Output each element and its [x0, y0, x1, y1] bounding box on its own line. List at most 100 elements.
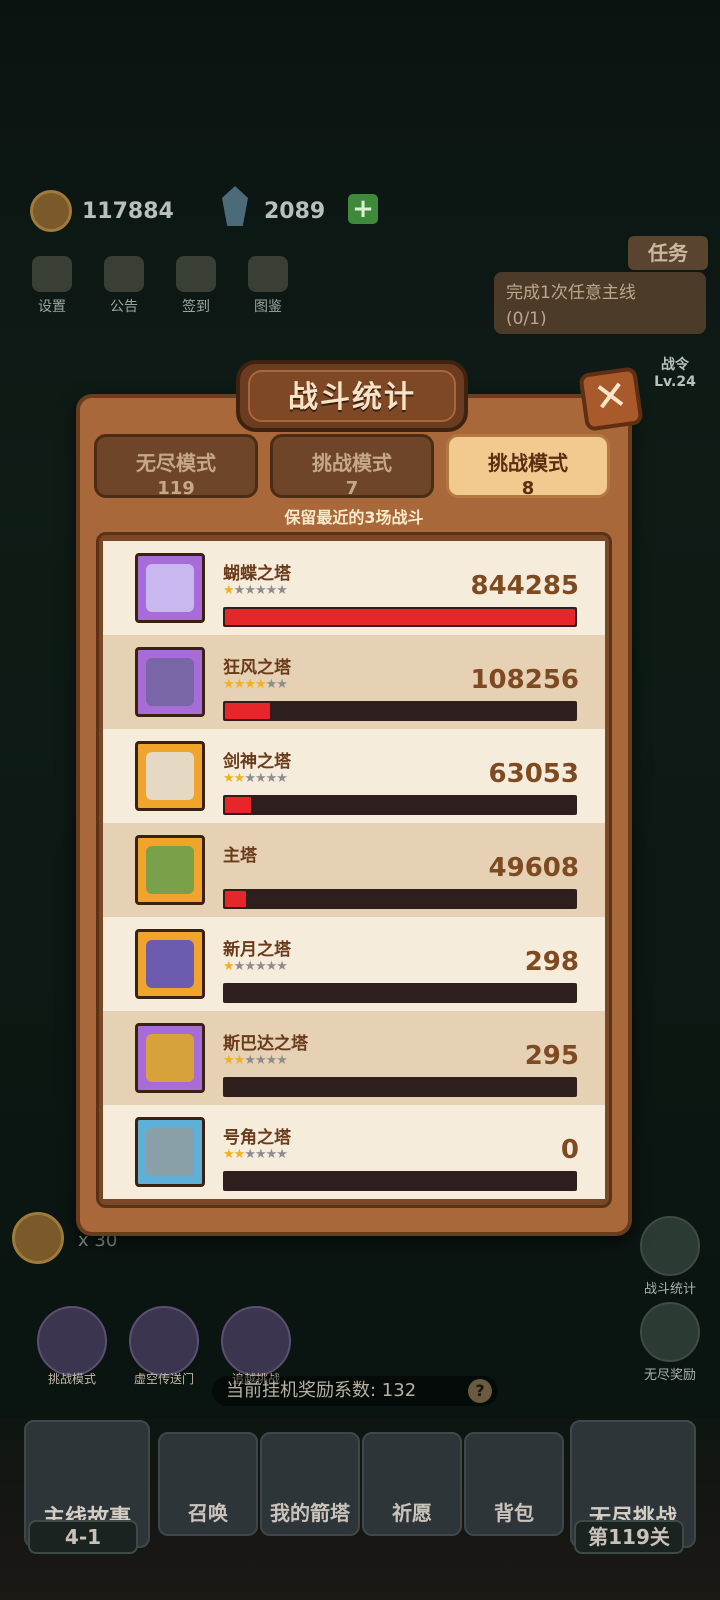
tower-row: 蝴蝶之塔 ★★★★★★ 844285 — [103, 541, 605, 635]
add-gems-button[interactable]: + — [348, 194, 378, 224]
tab-challenge-mode-2[interactable]: 挑战模式 8 — [446, 434, 610, 499]
star-filled-icon: ★ — [223, 959, 235, 974]
tower-row: 斯巴达之塔 ★★★★★★ 295 — [103, 1011, 605, 1105]
star-filled-icon: ★ — [223, 771, 235, 786]
close-button[interactable]: ✕ — [578, 366, 644, 432]
damage-bar — [223, 607, 577, 627]
tower-avatar — [135, 1117, 205, 1187]
announcement-button[interactable]: 公告 — [98, 256, 150, 316]
tower-avatar — [135, 741, 205, 811]
tower-row: 号角之塔 ★★★★★★ 0 — [103, 1105, 605, 1199]
damage-value: 0 — [560, 1135, 579, 1165]
star-rating: ★★★★★★ — [223, 1147, 288, 1162]
damage-bar-fill — [225, 609, 575, 625]
star-filled-icon: ★ — [223, 1147, 235, 1162]
stage-label: 4-1 — [28, 1520, 138, 1554]
help-icon[interactable]: ? — [468, 1379, 492, 1403]
nav-backpack[interactable]: 背包 — [464, 1432, 564, 1536]
tower-name: 新月之塔 — [223, 940, 291, 960]
damage-bar — [223, 701, 577, 721]
quill-icon — [176, 256, 216, 292]
tower-name: 斯巴达之塔 — [223, 1034, 308, 1054]
endless-reward-button[interactable]: 无尽奖励 — [630, 1302, 710, 1383]
tab-challenge-mode-1[interactable]: 挑战模式 7 — [270, 434, 434, 499]
damage-bar — [223, 889, 577, 909]
dialog-title: 战斗统计 — [248, 370, 456, 422]
damage-bar-fill — [225, 797, 252, 813]
star-empty-icon: ★ — [276, 771, 288, 786]
battle-stats-button[interactable]: 战斗统计 — [630, 1216, 710, 1297]
portal-icon — [129, 1306, 199, 1376]
tower-avatar — [135, 1023, 205, 1093]
idle-reward-coefficient: 当前挂机奖励系数: 132 ? — [212, 1376, 498, 1406]
tower-row: 剑神之塔 ★★★★★★ 63053 — [103, 729, 605, 823]
nav-wish[interactable]: 祈愿 — [362, 1432, 462, 1536]
star-filled-icon: ★ — [233, 1147, 246, 1162]
task-text: 完成1次任意主线 — [506, 283, 636, 303]
damage-bar-fill — [225, 891, 246, 907]
tower-avatar — [135, 553, 205, 623]
star-empty-icon: ★ — [276, 959, 288, 974]
damage-bar — [223, 795, 577, 815]
star-filled-icon: ★ — [244, 677, 256, 692]
task-panel[interactable]: 完成1次任意主线 (0/1) — [494, 272, 706, 334]
damage-value: 108256 — [470, 665, 579, 695]
tab-endless-mode[interactable]: 无尽模式 119 — [94, 434, 258, 499]
star-empty-icon: ★ — [233, 583, 246, 598]
star-rating: ★★★★★★ — [223, 677, 288, 692]
endless-level-label: 第119关 — [574, 1520, 684, 1554]
chest-icon — [640, 1302, 700, 1362]
retention-hint: 保留最近的3场战斗 — [284, 508, 424, 527]
challenge-mode-button[interactable]: 挑战模式 — [36, 1306, 108, 1387]
star-filled-icon: ★ — [233, 771, 246, 786]
star-empty-icon: ★ — [244, 583, 256, 598]
coin-count: 117884 — [82, 199, 174, 224]
star-rating: ★★★★★★ — [223, 771, 288, 786]
damage-bar — [223, 1171, 577, 1191]
star-icon — [221, 1306, 291, 1376]
nav-summon[interactable]: 召唤 — [158, 1432, 258, 1536]
hero-portrait — [146, 658, 194, 706]
star-empty-icon: ★ — [276, 583, 288, 598]
settings-button[interactable]: 设置 — [26, 256, 78, 316]
tower-row: 狂风之塔 ★★★★★★ 108256 — [103, 635, 605, 729]
battle-pass-level: Lv.24 — [654, 374, 696, 390]
star-rating: ★★★★★★ — [223, 959, 288, 974]
star-empty-icon: ★ — [254, 771, 267, 786]
tower-avatar — [135, 929, 205, 999]
battle-pass-button[interactable]: 战令 Lv.24 — [644, 354, 706, 390]
damage-value: 298 — [524, 947, 579, 977]
task-tab[interactable]: 任务 — [628, 236, 708, 270]
star-empty-icon: ★ — [265, 959, 278, 974]
hero-portrait — [146, 1034, 194, 1082]
chase-challenge-button[interactable]: 追越挑战 — [220, 1306, 292, 1387]
battle-pass-title: 战令 — [661, 357, 689, 373]
star-filled-icon: ★ — [223, 1053, 235, 1068]
book-icon — [248, 256, 288, 292]
damage-bar — [223, 983, 577, 1003]
damage-bar-fill — [225, 703, 270, 719]
star-empty-icon: ★ — [265, 771, 278, 786]
tower-name: 蝴蝶之塔 — [223, 564, 291, 584]
star-filled-icon: ★ — [254, 677, 267, 692]
gem-count: 2089 — [264, 199, 326, 224]
star-empty-icon: ★ — [254, 1147, 267, 1162]
hero-portrait — [146, 1128, 194, 1176]
nav-my-towers[interactable]: 我的箭塔 — [260, 1432, 360, 1536]
codex-button[interactable]: 图鉴 — [242, 256, 294, 316]
star-rating: ★★★★★★ — [223, 583, 288, 598]
hero-portrait — [146, 752, 194, 800]
star-empty-icon: ★ — [244, 771, 256, 786]
star-filled-icon: ★ — [233, 1053, 246, 1068]
void-portal-button[interactable]: 虚空传送门 — [128, 1306, 200, 1387]
mode-shortcuts: 挑战模式 虚空传送门 追越挑战 — [36, 1306, 292, 1387]
damage-bar — [223, 1077, 577, 1097]
hero-portrait — [146, 846, 194, 894]
tower-stats-list[interactable]: 蝴蝶之塔 ★★★★★★ 844285 狂风之塔 ★★★★★★ 108256 剑神之塔 ★★★★… — [96, 532, 612, 1208]
top-menu: 设置 公告 签到 图鉴 — [26, 256, 294, 316]
damage-value: 49608 — [488, 853, 579, 883]
scroll-icon — [104, 256, 144, 292]
checkin-button[interactable]: 签到 — [170, 256, 222, 316]
yeti-icon — [37, 1306, 107, 1376]
gear-icon — [32, 256, 72, 292]
